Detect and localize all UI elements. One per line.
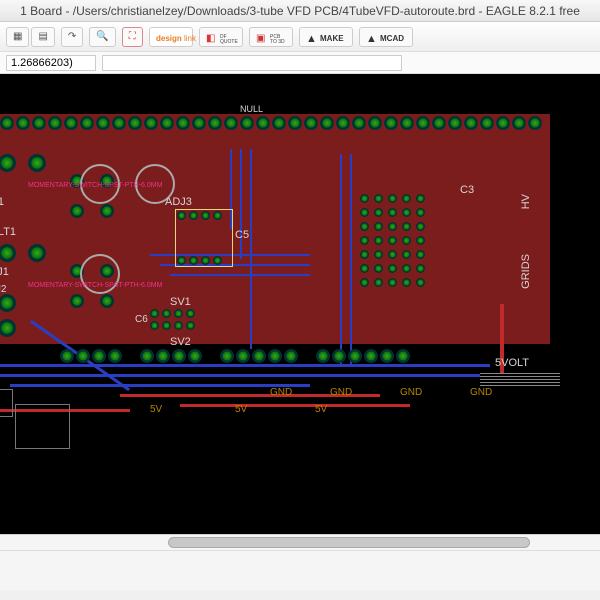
silk-adj2: ADJ2	[0, 284, 6, 295]
silk-adj3: ADJ3	[165, 196, 192, 208]
horizontal-scrollbar[interactable]	[0, 534, 600, 550]
net-5v: 5V	[315, 404, 327, 415]
silk-sv2: SV2	[170, 336, 191, 348]
net-gnd: GND	[330, 387, 352, 398]
design-link-button[interactable]: designlink	[149, 27, 193, 47]
silk-sv1: SV1	[170, 296, 191, 308]
make-button[interactable]: ▲MAKE	[299, 27, 353, 47]
main-toolbar: ▦ ▤ ↷ 🔍 ⛶ designlink ◧DFQUOTE ▣PCBTO 3D …	[0, 22, 600, 52]
silk-hv: HV	[520, 194, 532, 209]
redo-button[interactable]: ↷	[61, 27, 83, 47]
silk-volt1: VOLT1	[0, 226, 16, 238]
net-5v: 5V	[150, 404, 162, 415]
silk-switch2: MOMENTARY-SWITCH-SPST-PTH-6.0MM	[28, 282, 162, 289]
net-gnd: GND	[400, 387, 422, 398]
fit-button[interactable]: ⛶	[122, 27, 143, 47]
svg-text:MAKE: MAKE	[320, 34, 344, 43]
quote-button[interactable]: ◧DFQUOTE	[199, 27, 243, 47]
svg-text:▣: ▣	[256, 33, 265, 44]
component-outline	[0, 389, 13, 417]
silk-switch1: MOMENTARY-SWITCH-SPST-PTH-6.0MM	[28, 182, 162, 189]
coordinate-bar: 1.26866203)	[0, 52, 600, 74]
net-5v: 5V	[235, 404, 247, 415]
zoom-button[interactable]: 🔍	[89, 27, 115, 47]
svg-text:TO 3D: TO 3D	[270, 39, 285, 44]
net-gnd: GND	[470, 387, 492, 398]
silk-null: NULL	[240, 104, 263, 114]
svg-text:▲: ▲	[366, 33, 377, 44]
silk-c6: C6	[135, 314, 148, 325]
command-input[interactable]	[102, 55, 402, 71]
silk-c5: C5	[235, 229, 249, 241]
silk-c3: C3	[460, 184, 474, 196]
component-outline	[15, 404, 70, 449]
pcb-board: ND1 VOLT1 ADJ1 ADJ2 ADJ3 C5 C6 C3 SV1 SV…	[0, 104, 600, 474]
svg-text:QUOTE: QUOTE	[220, 39, 238, 44]
pcb-canvas[interactable]: ND1 VOLT1 ADJ1 ADJ2 ADJ3 C5 C6 C3 SV1 SV…	[0, 74, 600, 534]
silk-adj1: ADJ1	[0, 266, 9, 278]
coord-readout: 1.26866203)	[6, 55, 96, 71]
silk-grids: GRIDS	[520, 254, 532, 289]
layer-button[interactable]: ▤	[31, 27, 54, 47]
top-copper-pour	[0, 114, 550, 344]
svg-text:design: design	[156, 34, 182, 43]
svg-text:link: link	[184, 34, 196, 43]
grid-button[interactable]: ▦	[6, 27, 29, 47]
svg-text:◧: ◧	[206, 33, 215, 44]
status-bar	[0, 550, 600, 590]
silk-gnd1: ND1	[0, 196, 4, 208]
pcb-3d-button[interactable]: ▣PCBTO 3D	[249, 27, 293, 47]
net-gnd: GND	[270, 387, 292, 398]
window-title: 1 Board - /Users/christianelzey/Download…	[0, 0, 600, 22]
svg-text:MCAD: MCAD	[380, 34, 404, 43]
silk-5volt: 5VOLT	[495, 357, 529, 369]
svg-text:▲: ▲	[306, 33, 317, 44]
connector-outline	[480, 372, 560, 386]
mcad-button[interactable]: ▲MCAD	[359, 27, 413, 47]
